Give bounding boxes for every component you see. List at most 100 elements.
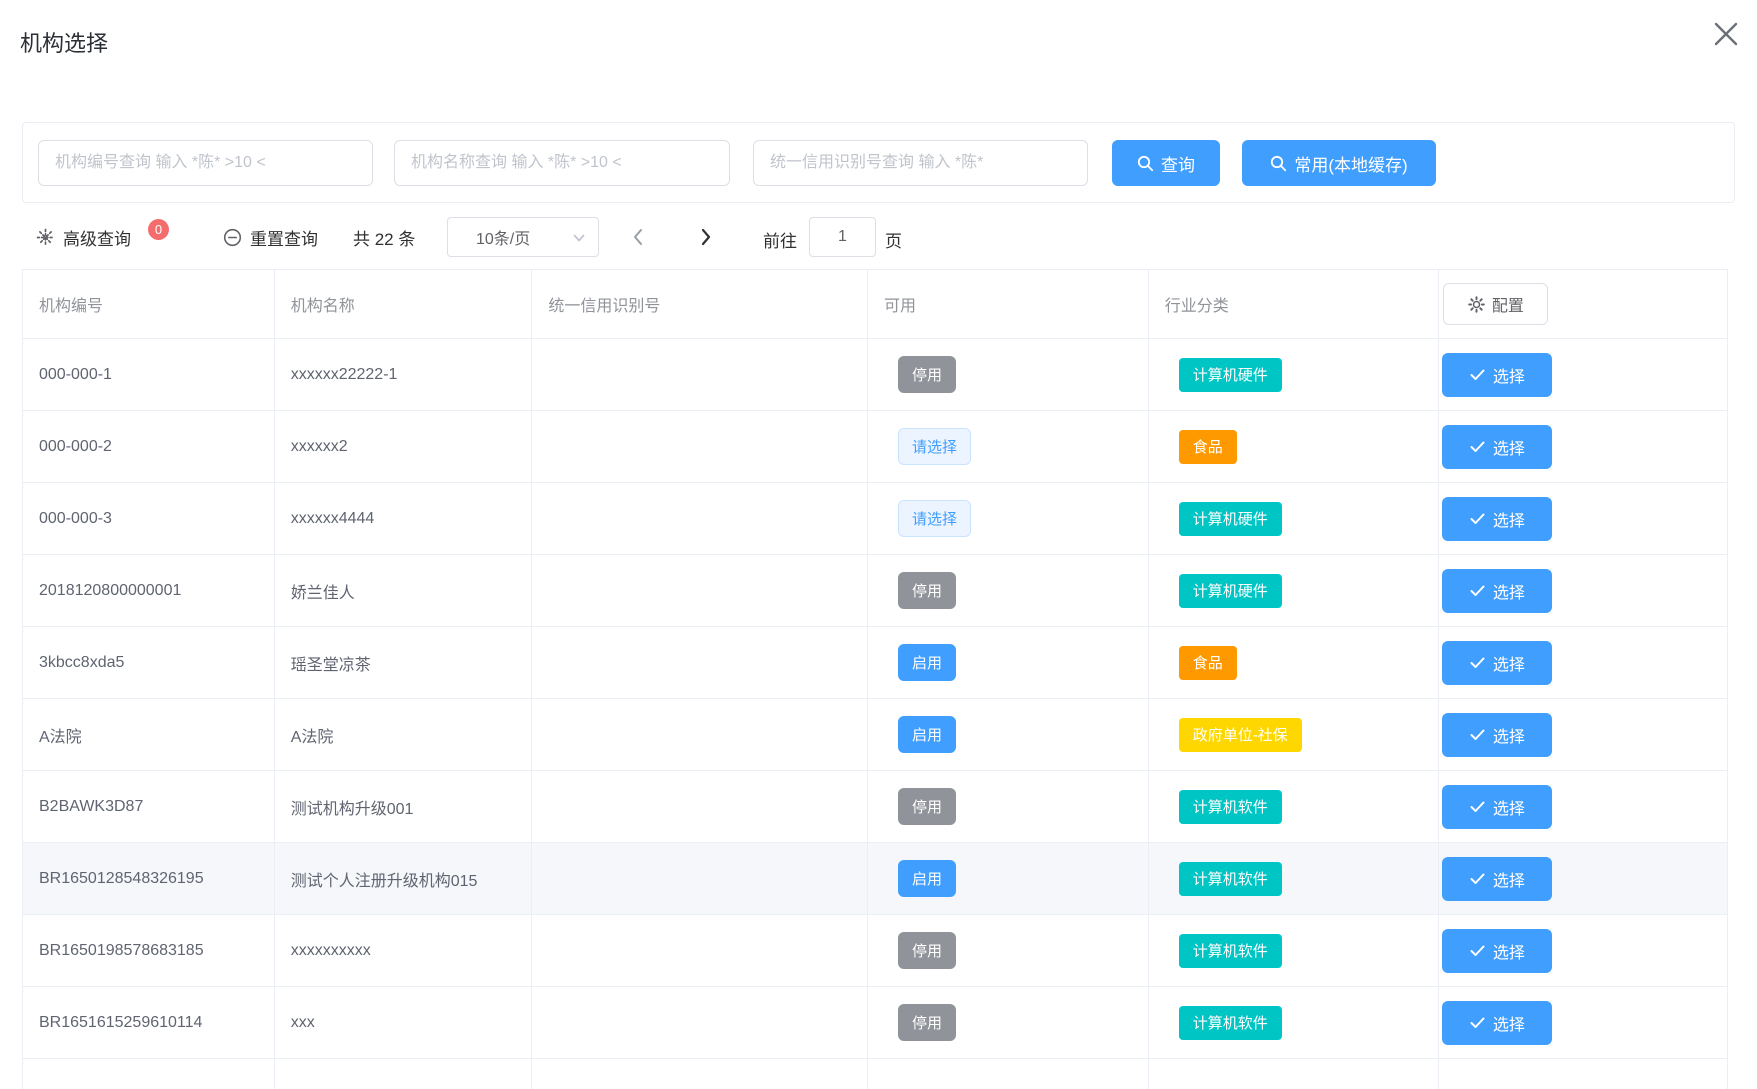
table-row-empty [23, 1059, 1727, 1089]
config-button[interactable]: 配置 [1443, 283, 1548, 325]
status-badge[interactable]: 启用 [898, 716, 956, 753]
select-button[interactable]: 选择 [1442, 569, 1552, 613]
table-row: A法院A法院启用政府单位-社保选择 [23, 699, 1727, 771]
select-button[interactable]: 选择 [1442, 353, 1552, 397]
select-button-label: 选择 [1493, 363, 1525, 387]
credit-code-cell [532, 915, 868, 986]
status-badge[interactable]: 启用 [898, 860, 956, 897]
credit-code-cell [532, 987, 868, 1058]
check-icon [1470, 369, 1485, 381]
org-code-cell: BR1651615259610114 [23, 987, 275, 1058]
select-button[interactable]: 选择 [1442, 785, 1552, 829]
status-badge[interactable]: 请选择 [898, 428, 971, 465]
header-credit-code: 统一信用识别号 [532, 270, 868, 338]
actions-cell: 选择 [1439, 483, 1727, 554]
credit-code-search-input[interactable] [753, 140, 1088, 186]
credit-code-cell [532, 555, 868, 626]
credit-code-cell [532, 411, 868, 482]
check-icon [1470, 945, 1485, 957]
status-badge[interactable]: 启用 [898, 644, 956, 681]
available-cell: 停用 [868, 987, 1149, 1058]
org-name-search-input[interactable] [394, 140, 730, 186]
page-title: 机构选择 [20, 26, 108, 58]
industry-tag: 计算机硬件 [1179, 502, 1282, 536]
goto-page-unit: 页 [885, 227, 902, 252]
actions-cell: 选择 [1439, 987, 1727, 1058]
chevron-left-icon [630, 227, 646, 247]
next-page-button[interactable] [684, 217, 728, 257]
table-row: 000-000-2xxxxxx2请选择食品选择 [23, 411, 1727, 483]
table-row: BR1650128548326195测试个人注册升级机构015启用计算机软件选择 [23, 843, 1727, 915]
table-body: 000-000-1xxxxxx22222-1停用计算机硬件选择000-000-2… [23, 339, 1727, 1089]
select-button[interactable]: 选择 [1442, 1001, 1552, 1045]
industry-cell: 计算机硬件 [1149, 483, 1440, 554]
org-table: 机构编号 机构名称 统一信用识别号 可用 行业分类 配置 [22, 269, 1728, 1089]
empty-cell [275, 1059, 533, 1089]
org-code-cell: 000-000-2 [23, 411, 275, 482]
industry-cell: 计算机软件 [1149, 987, 1440, 1058]
check-icon [1470, 513, 1485, 525]
org-name-cell: xxx [275, 987, 533, 1058]
header-actions: 配置 [1439, 270, 1727, 338]
industry-cell: 计算机软件 [1149, 771, 1440, 842]
chevron-right-icon [698, 227, 714, 247]
status-badge[interactable]: 停用 [898, 1004, 956, 1041]
close-button[interactable] [1700, 8, 1752, 60]
credit-code-cell [532, 483, 868, 554]
industry-tag: 计算机软件 [1179, 1006, 1282, 1040]
close-icon [1710, 18, 1742, 50]
org-code-cell: A法院 [23, 699, 275, 770]
table-row: BR1650198578683185xxxxxxxxxx 停用 计算机软件 选择 [23, 915, 1727, 987]
org-code-cell: 000-000-1 [23, 339, 275, 410]
available-cell: 请选择 [868, 411, 1149, 482]
select-button-label: 选择 [1493, 507, 1525, 531]
available-cell: 请选择 [868, 483, 1149, 554]
select-button[interactable]: 选择 [1442, 425, 1552, 469]
org-name-cell: xxxxxxxxxx [275, 915, 533, 986]
status-badge[interactable]: 停用 [898, 932, 956, 969]
available-cell: 停用 [868, 915, 1149, 986]
select-button[interactable]: 选择 [1442, 497, 1552, 541]
available-cell: 启用 [868, 627, 1149, 698]
industry-tag: 政府单位-社保 [1179, 718, 1302, 752]
available-cell: 停用 [868, 339, 1149, 410]
org-code-cell: BR1650198578683185 [23, 915, 275, 986]
config-button-label: 配置 [1492, 292, 1524, 316]
table-row: B2BAWK3D87测试机构升级001停用计算机软件选择 [23, 771, 1727, 843]
advanced-query-icon [36, 228, 55, 247]
status-badge[interactable]: 停用 [898, 356, 956, 393]
org-name-cell: 瑶圣堂凉茶 [275, 627, 533, 698]
local-cache-button[interactable]: 常用(本地缓存) [1242, 140, 1436, 186]
prev-page-button[interactable] [616, 217, 660, 257]
advanced-query-button[interactable]: 高级查询 0 [36, 217, 169, 257]
select-button-label: 选择 [1493, 1011, 1525, 1035]
header-org-code: 机构编号 [23, 270, 275, 338]
reset-query-button[interactable]: 重置查询 [223, 217, 318, 257]
select-button-label: 选择 [1493, 435, 1525, 459]
goto-page-label: 前往 [763, 227, 797, 252]
select-button[interactable]: 选择 [1442, 713, 1552, 757]
empty-cell [1439, 1059, 1727, 1089]
org-code-cell: BR1650128548326195 [23, 843, 275, 914]
page-size-value: 10条/页 [476, 225, 530, 249]
industry-cell: 计算机软件 [1149, 915, 1440, 986]
select-button[interactable]: 选择 [1442, 641, 1552, 685]
status-badge[interactable]: 请选择 [898, 500, 971, 537]
select-button-label: 选择 [1493, 867, 1525, 891]
org-code-search-input[interactable] [38, 140, 373, 186]
query-button[interactable]: 查询 [1112, 140, 1220, 186]
industry-tag: 计算机软件 [1179, 862, 1282, 896]
industry-cell: 计算机硬件 [1149, 555, 1440, 626]
goto-page-input[interactable] [809, 217, 876, 257]
status-badge[interactable]: 停用 [898, 788, 956, 825]
local-cache-button-label: 常用(本地缓存) [1294, 151, 1407, 176]
select-button[interactable]: 选择 [1442, 929, 1552, 973]
select-button[interactable]: 选择 [1442, 857, 1552, 901]
org-name-cell: xxxxxx2 [275, 411, 533, 482]
industry-tag: 计算机软件 [1179, 934, 1282, 968]
header-org-name: 机构名称 [275, 270, 533, 338]
page-size-select[interactable]: 10条/页 [447, 217, 599, 257]
org-code-cell: 2018120800000001 [23, 555, 275, 626]
org-select-modal: 机构选择 查询 常用(本地缓存) [0, 0, 1757, 1089]
status-badge[interactable]: 停用 [898, 572, 956, 609]
